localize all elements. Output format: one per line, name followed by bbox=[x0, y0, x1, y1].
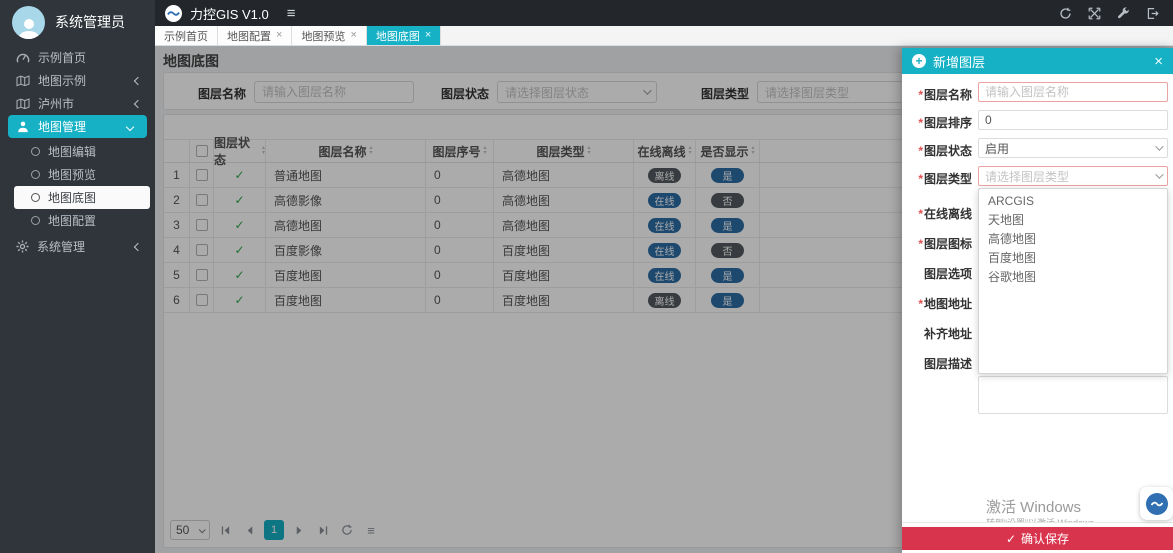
windows-watermark-line1: 激活 Windows bbox=[986, 496, 1081, 517]
topbar-actions bbox=[1059, 7, 1159, 20]
avatar bbox=[12, 6, 45, 39]
sidebar-item-map-preview[interactable]: 地图预览 bbox=[0, 163, 155, 186]
close-icon[interactable]: × bbox=[1154, 54, 1163, 69]
circle-icon bbox=[31, 216, 40, 225]
sidebar-item-system-management[interactable]: 系统管理 bbox=[0, 235, 155, 258]
tab-label: 示例首页 bbox=[164, 28, 208, 44]
dashboard-icon bbox=[16, 51, 30, 64]
field-label: 图层排序 bbox=[908, 114, 972, 131]
map-icon bbox=[16, 75, 30, 87]
tab-map-preview[interactable]: 地图预览 × bbox=[292, 26, 366, 45]
layer-name-input[interactable] bbox=[978, 82, 1168, 102]
field-layer-type: 图层类型 请选择图层类型 bbox=[902, 166, 1173, 186]
user-map-icon bbox=[16, 120, 30, 133]
sidebar-item-label: 地图底图 bbox=[48, 189, 96, 206]
close-icon[interactable]: × bbox=[276, 30, 282, 41]
tab-map-config[interactable]: 地图配置 × bbox=[218, 26, 292, 45]
field-label: 图层名称 bbox=[908, 86, 972, 103]
gear-icon bbox=[16, 240, 29, 253]
dropdown-option-arcgis[interactable]: ARCGIS bbox=[979, 191, 1167, 210]
circle-icon bbox=[31, 170, 40, 179]
close-icon[interactable]: × bbox=[350, 30, 356, 41]
modal-title: 新增图层 bbox=[933, 52, 985, 71]
field-layer-status: 图层状态 启用 bbox=[902, 138, 1173, 158]
field-label: 图层选项 bbox=[908, 265, 972, 282]
sidebar-item-luzhou[interactable]: 泸州市 bbox=[0, 92, 155, 115]
layer-type-select[interactable]: 请选择图层类型 bbox=[978, 166, 1168, 186]
select-value: 启用 bbox=[985, 140, 1009, 157]
sidebar-item-map-edit[interactable]: 地图编辑 bbox=[0, 140, 155, 163]
chevron-left-icon bbox=[134, 99, 142, 107]
save-button-label: 确认保存 bbox=[1021, 530, 1069, 547]
app-logo bbox=[165, 5, 182, 22]
field-layer-name: 图层名称 bbox=[902, 82, 1173, 102]
dropdown-option-tianditu[interactable]: 天地图 bbox=[979, 210, 1167, 229]
field-label: 补齐地址 bbox=[908, 325, 972, 342]
sidebar-item-label: 地图预览 bbox=[48, 166, 96, 183]
field-label: 地图地址 bbox=[908, 295, 972, 312]
floating-widget-icon bbox=[1146, 493, 1168, 515]
sidebar-item-label: 地图编辑 bbox=[48, 143, 96, 160]
field-label: 图层状态 bbox=[908, 142, 972, 159]
sidebar-item-map-config[interactable]: 地图配置 bbox=[0, 209, 155, 232]
dropdown-option-google[interactable]: 谷歌地图 bbox=[979, 267, 1167, 286]
layer-order-input[interactable] bbox=[978, 110, 1168, 130]
confirm-save-button[interactable]: ✓ 确认保存 bbox=[902, 527, 1173, 550]
tab-bar: 示例首页 地图配置 × 地图预览 × 地图底图 × bbox=[155, 26, 1173, 46]
add-layer-modal: + 新增图层 × 图层名称 图层排序 图层状态 启用 图层类型 请选择图层类型 bbox=[902, 48, 1173, 553]
tab-label: 地图预览 bbox=[301, 28, 345, 44]
select-placeholder: 请选择图层类型 bbox=[985, 168, 1069, 185]
refresh-icon[interactable] bbox=[1059, 7, 1072, 20]
wrench-icon[interactable] bbox=[1117, 7, 1130, 20]
floating-widget-button[interactable] bbox=[1140, 487, 1173, 520]
add-icon: + bbox=[912, 54, 926, 68]
field-layer-order: 图层排序 bbox=[902, 110, 1173, 130]
sidebar-item-map-basemap[interactable]: 地图底图 bbox=[14, 186, 150, 209]
top-bar: 力控GIS V1.0 ≡ bbox=[155, 0, 1173, 26]
sidebar-item-label: 泸州市 bbox=[38, 95, 74, 112]
layer-description-textarea[interactable] bbox=[978, 376, 1168, 414]
chevron-down-icon bbox=[1155, 142, 1163, 150]
logout-icon[interactable] bbox=[1146, 7, 1159, 20]
sidebar-item-label: 地图配置 bbox=[48, 212, 96, 229]
field-label: 图层图标 bbox=[908, 235, 972, 252]
dropdown-option-gaode[interactable]: 高德地图 bbox=[979, 229, 1167, 248]
chevron-left-icon bbox=[134, 76, 142, 84]
sidebar-item-label: 系统管理 bbox=[37, 238, 85, 255]
dropdown-option-baidu[interactable]: 百度地图 bbox=[979, 248, 1167, 267]
user-name: 系统管理员 bbox=[55, 12, 125, 32]
field-label: 在线离线 bbox=[908, 205, 972, 222]
chevron-down-icon bbox=[126, 122, 134, 130]
circle-icon bbox=[31, 193, 40, 202]
modal-header: + 新增图层 × bbox=[902, 48, 1173, 74]
hamburger-menu-icon[interactable]: ≡ bbox=[287, 6, 296, 21]
layer-status-select[interactable]: 启用 bbox=[978, 138, 1168, 158]
tab-map-basemap[interactable]: 地图底图 × bbox=[367, 26, 441, 45]
chevron-left-icon bbox=[134, 242, 142, 250]
tab-label: 地图配置 bbox=[227, 28, 271, 44]
circle-icon bbox=[31, 147, 40, 156]
modal-footer: ✓ 确认保存 bbox=[902, 522, 1173, 553]
layer-type-dropdown: ARCGIS 天地图 高德地图 百度地图 谷歌地图 bbox=[978, 188, 1168, 374]
sidebar-item-label: 地图示例 bbox=[38, 72, 86, 89]
map-icon bbox=[16, 98, 30, 110]
sidebar-item-map-demo[interactable]: 地图示例 bbox=[0, 69, 155, 92]
app-window: 系统管理员 示例首页 地图示例 泸州市 地图管理 地图编辑 地图预览 bbox=[0, 0, 1173, 553]
app-title: 力控GIS V1.0 bbox=[190, 4, 269, 23]
fullscreen-icon[interactable] bbox=[1088, 7, 1101, 20]
check-icon: ✓ bbox=[1006, 532, 1016, 546]
field-label: 图层类型 bbox=[908, 170, 972, 187]
sidebar-item-label: 示例首页 bbox=[38, 49, 86, 66]
chevron-down-icon bbox=[1155, 170, 1163, 178]
sidebar: 系统管理员 示例首页 地图示例 泸州市 地图管理 地图编辑 地图预览 bbox=[0, 0, 155, 553]
sidebar-item-home[interactable]: 示例首页 bbox=[0, 46, 155, 69]
user-panel: 系统管理员 bbox=[0, 0, 155, 44]
tab-label: 地图底图 bbox=[376, 28, 420, 44]
sidebar-item-map-management[interactable]: 地图管理 bbox=[8, 115, 147, 138]
field-label: 图层描述 bbox=[908, 355, 972, 372]
tab-home[interactable]: 示例首页 bbox=[155, 26, 218, 45]
sidebar-item-label: 地图管理 bbox=[38, 118, 86, 135]
close-icon[interactable]: × bbox=[425, 30, 431, 41]
